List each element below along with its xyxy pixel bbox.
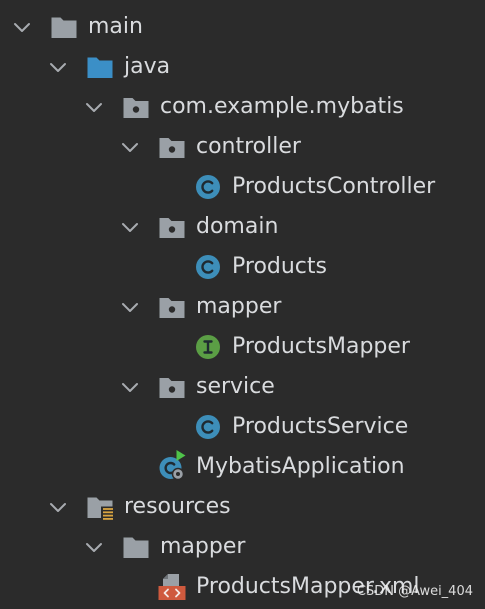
chevron-down-icon[interactable] (49, 59, 67, 75)
chevron-down-icon[interactable] (85, 539, 103, 555)
package-icon (158, 373, 186, 401)
tree-node-service[interactable]: service (0, 367, 485, 407)
chevron-down-icon[interactable] (121, 299, 139, 315)
package-icon (158, 293, 186, 321)
tree-node-label: domain (196, 214, 279, 239)
xml-file-icon (158, 573, 186, 601)
tree-node-label: java (124, 54, 171, 79)
resources-folder-icon (86, 493, 114, 522)
tree-node-controller[interactable]: controller (0, 127, 485, 167)
tree-node-products-service[interactable]: ProductsService (0, 407, 485, 447)
class-icon (194, 173, 222, 201)
tree-node-java[interactable]: java (0, 47, 485, 87)
package-icon (158, 213, 186, 241)
chevron-down-icon[interactable] (121, 219, 139, 235)
tree-node-products-mapper[interactable]: ProductsMapper (0, 327, 485, 367)
tree-node-main[interactable]: main (0, 7, 485, 47)
spring-boot-application-icon (158, 450, 186, 481)
class-icon (194, 253, 222, 281)
package-icon (158, 133, 186, 161)
tree-node-label: service (196, 374, 275, 399)
tree-node-label: controller (196, 134, 301, 159)
chevron-down-icon[interactable] (121, 379, 139, 395)
folder-icon (122, 533, 150, 561)
watermark-text: CSDN @Awei_404 (356, 584, 473, 599)
class-icon (194, 413, 222, 441)
tree-node-com-example-mybatis[interactable]: com.example.mybatis (0, 87, 485, 127)
chevron-down-icon[interactable] (85, 99, 103, 115)
tree-node-products[interactable]: Products (0, 247, 485, 287)
tree-node-label: com.example.mybatis (160, 94, 404, 119)
tree-node-label: ProductsController (232, 174, 436, 199)
chevron-down-icon[interactable] (121, 139, 139, 155)
source-folder-icon (86, 53, 114, 81)
project-tree: main java com.example.mybatis controller… (0, 0, 485, 607)
tree-node-label: main (88, 14, 143, 39)
tree-node-domain[interactable]: domain (0, 207, 485, 247)
tree-node-resources-mapper[interactable]: mapper (0, 527, 485, 567)
interface-icon (194, 333, 222, 361)
tree-node-label: resources (124, 494, 231, 519)
tree-node-label: ProductsMapper (232, 334, 410, 359)
tree-node-resources[interactable]: resources (0, 487, 485, 527)
tree-node-label: MybatisApplication (196, 454, 405, 479)
tree-node-label: mapper (196, 294, 282, 319)
folder-icon (50, 13, 78, 41)
tree-node-label: ProductsService (232, 414, 409, 439)
chevron-down-icon[interactable] (49, 499, 67, 515)
tree-node-products-controller[interactable]: ProductsController (0, 167, 485, 207)
tree-node-label: Products (232, 254, 327, 279)
package-icon (122, 93, 150, 121)
tree-node-label: mapper (160, 534, 246, 559)
tree-node-mybatis-application[interactable]: MybatisApplication (0, 447, 485, 487)
chevron-down-icon[interactable] (13, 19, 31, 35)
tree-node-mapper[interactable]: mapper (0, 287, 485, 327)
